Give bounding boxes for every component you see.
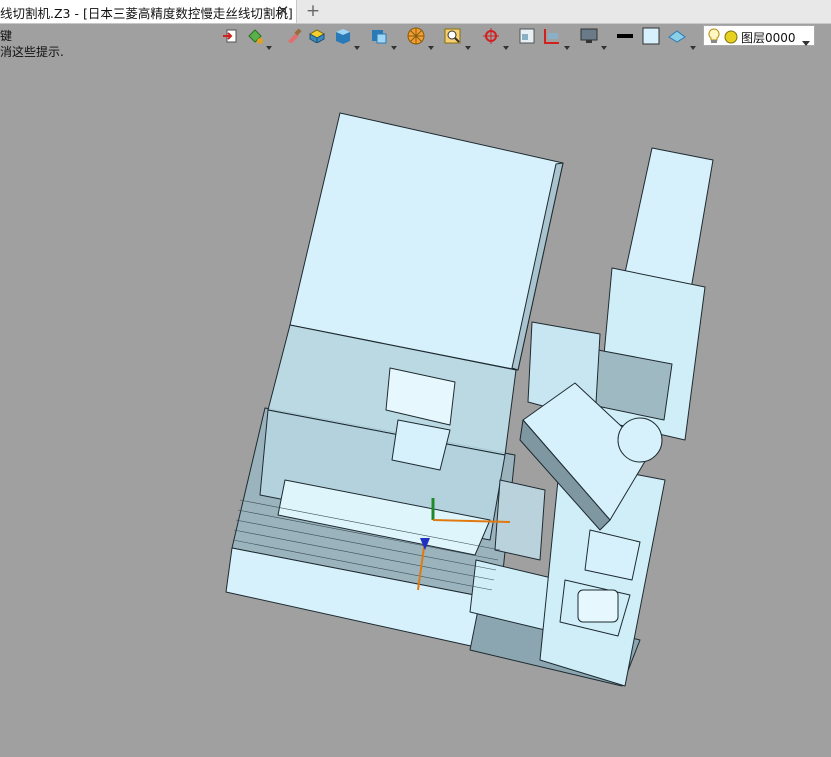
- chevron-down-icon[interactable]: [503, 35, 509, 50]
- hint-text-line-1: 键: [0, 29, 13, 43]
- chevron-down-icon[interactable]: [266, 35, 272, 50]
- section-icon[interactable]: [543, 27, 561, 45]
- chevron-down-icon[interactable]: [465, 35, 471, 50]
- chevron-down-icon[interactable]: [601, 35, 607, 50]
- render-icon[interactable]: [667, 28, 687, 44]
- tab-title: 线切割机.Z3 - [日本三菱高精度数控慢走丝线切割机]: [0, 6, 293, 21]
- layer-color-icon: [724, 29, 738, 48]
- hint-text-line-2: 消这些提示.: [0, 45, 64, 59]
- wheel-icon[interactable]: [407, 27, 425, 45]
- cube-front-icon[interactable]: [370, 27, 388, 45]
- cube-blue-icon[interactable]: [333, 27, 351, 45]
- layer-name: 图层0000: [741, 31, 796, 45]
- machine-model: [225, 112, 714, 687]
- chevron-down-icon[interactable]: [354, 35, 360, 50]
- fill-color-icon[interactable]: [642, 27, 660, 45]
- chevron-down-icon[interactable]: [802, 31, 810, 50]
- screen-icon[interactable]: [519, 28, 535, 44]
- chevron-down-icon[interactable]: [428, 35, 434, 50]
- zoom-fit-icon[interactable]: [444, 27, 462, 45]
- chevron-down-icon[interactable]: [690, 35, 696, 50]
- chevron-down-icon[interactable]: [391, 35, 397, 50]
- solid-yellow-icon[interactable]: [308, 27, 326, 43]
- lightbulb-icon[interactable]: [708, 28, 720, 48]
- paint-bucket-icon[interactable]: [246, 27, 264, 45]
- tab-close-icon[interactable]: ✕: [274, 0, 292, 22]
- target-icon[interactable]: [482, 27, 500, 45]
- new-tab-button[interactable]: +: [304, 0, 322, 22]
- monitor-icon[interactable]: [580, 28, 598, 44]
- 3d-viewport[interactable]: [0, 60, 831, 753]
- line-width-icon[interactable]: [617, 34, 633, 39]
- document-tab[interactable]: 线切割机.Z3 - [日本三菱高精度数控慢走丝线切割机] ✕: [0, 0, 297, 23]
- chevron-down-icon[interactable]: [564, 35, 570, 50]
- import-icon[interactable]: [222, 28, 238, 44]
- document-tab-bar: 线切割机.Z3 - [日本三菱高精度数控慢走丝线切割机] ✕ +: [0, 0, 831, 24]
- layer-dropdown[interactable]: 图层0000: [703, 25, 815, 46]
- brush-icon[interactable]: [286, 27, 302, 43]
